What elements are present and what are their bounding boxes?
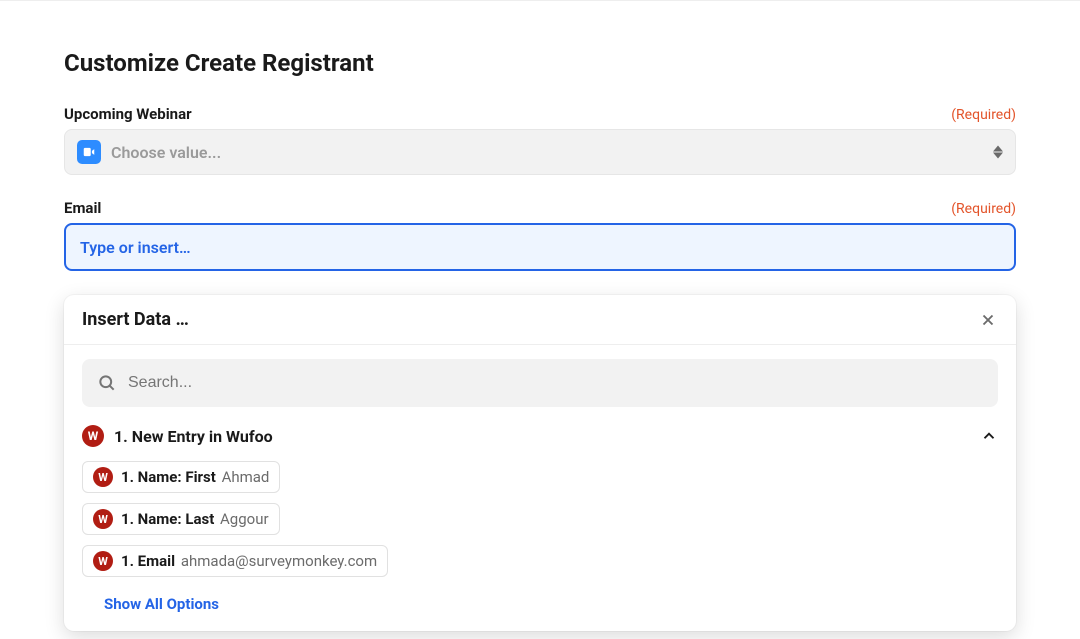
field-header: Email (Required)	[64, 199, 1016, 217]
input-placeholder: Type or insert…	[80, 238, 191, 257]
dropdown-body: W 1. New Entry in Wufoo W 1. Name: First…	[64, 345, 1016, 631]
page-title: Customize Create Registrant	[64, 49, 1016, 77]
chevron-up-icon	[980, 427, 998, 445]
wufoo-icon: W	[93, 467, 113, 487]
option-name-first[interactable]: W 1. Name: First Ahmad	[82, 461, 280, 493]
close-icon[interactable]	[978, 310, 998, 330]
select-placeholder: Choose value...	[111, 143, 993, 162]
field-upcoming-webinar: Upcoming Webinar (Required) Choose value…	[64, 105, 1016, 175]
group-title: 1. New Entry in Wufoo	[114, 427, 273, 446]
search-field[interactable]	[82, 359, 998, 407]
field-email: Email (Required) Type or insert…	[64, 199, 1016, 271]
option-list: W 1. Name: First Ahmad W 1. Name: Last A…	[82, 461, 998, 577]
dropdown-header: Insert Data …	[64, 295, 1016, 345]
option-label: 1. Name: First	[121, 468, 216, 486]
option-label: 1. Email	[121, 552, 175, 570]
option-email[interactable]: W 1. Email ahmada@surveymonkey.com	[82, 545, 388, 577]
wufoo-icon: W	[82, 425, 104, 447]
option-value: Aggour	[220, 510, 269, 528]
group-header-wufoo[interactable]: W 1. New Entry in Wufoo	[82, 425, 998, 447]
search-icon	[96, 372, 118, 394]
zoom-icon	[77, 140, 101, 164]
option-value: ahmada@surveymonkey.com	[181, 552, 377, 570]
option-label: 1. Name: Last	[121, 510, 214, 528]
wufoo-icon: W	[93, 551, 113, 571]
email-input[interactable]: Type or insert…	[64, 223, 1016, 271]
option-value: Ahmad	[222, 468, 270, 486]
required-badge: (Required)	[951, 107, 1016, 123]
field-label-email: Email	[64, 199, 101, 217]
insert-data-dropdown: Insert Data … W 1. New Entry in Wufoo	[64, 295, 1016, 631]
required-badge: (Required)	[951, 201, 1016, 217]
dropdown-title: Insert Data …	[82, 309, 189, 330]
field-label-webinar: Upcoming Webinar	[64, 105, 192, 123]
wufoo-icon: W	[93, 509, 113, 529]
search-input[interactable]	[128, 374, 984, 392]
show-all-options-link[interactable]: Show All Options	[82, 595, 998, 613]
sort-icon	[993, 145, 1003, 159]
field-header: Upcoming Webinar (Required)	[64, 105, 1016, 123]
webinar-select[interactable]: Choose value...	[64, 129, 1016, 175]
option-name-last[interactable]: W 1. Name: Last Aggour	[82, 503, 280, 535]
